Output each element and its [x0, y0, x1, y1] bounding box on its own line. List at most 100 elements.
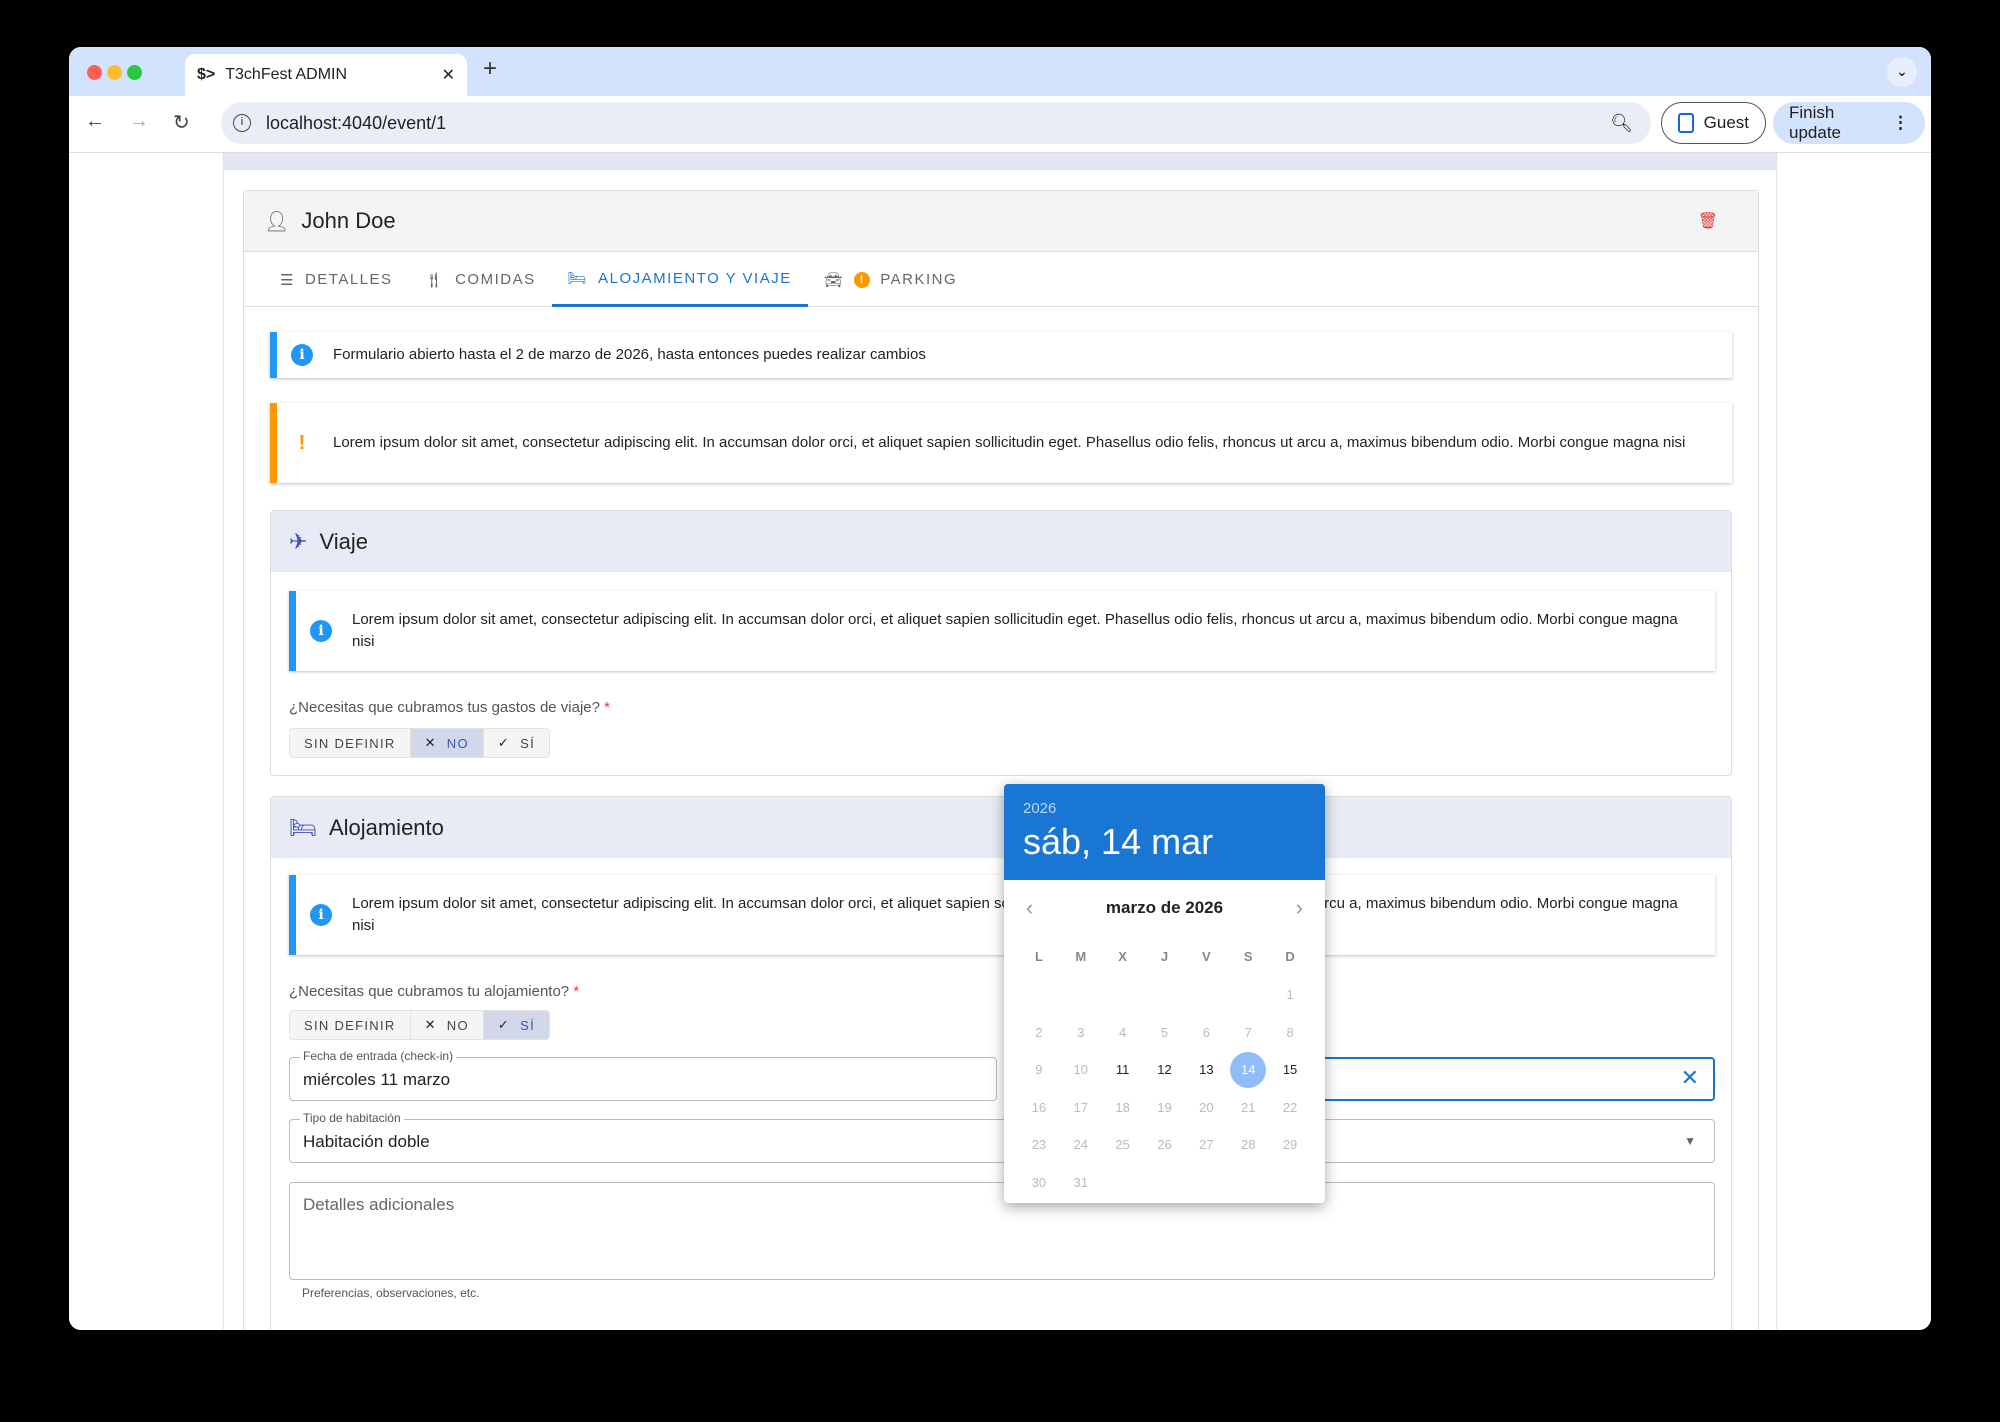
lodging-question: ¿Necesitas que cubramos tu alojamiento? …: [289, 983, 580, 1000]
day-3: 3: [1077, 1024, 1085, 1040]
empty-cell: [1018, 976, 1060, 1014]
top-strip: [224, 153, 1776, 170]
more-vert-icon[interactable]: ⋮: [1892, 113, 1909, 133]
page-content: 👤︎ John Doe 🗑︎ ☰ DETALLES 🍴︎ COMIDAS 🛏︎ ALO…: [69, 153, 1931, 1330]
weekday-label: V: [1202, 948, 1211, 964]
travel-option-undefined[interactable]: SIN DEFINIR: [290, 729, 411, 757]
day-18: 18: [1115, 1099, 1130, 1115]
dropdown-arrow-icon: ▼: [1684, 1134, 1696, 1148]
day-16: 16: [1031, 1099, 1047, 1115]
person-header: 👤︎ John Doe 🗑︎: [244, 191, 1758, 252]
site-info-icon[interactable]: i: [233, 114, 251, 132]
warning-alert: ! Lorem ipsum dolor sit amet, consectetu…: [270, 403, 1732, 483]
tab-bar: ☰ DETALLES 🍴︎ COMIDAS 🛏︎ ALOJAMIENTO Y VIAJ…: [244, 252, 1758, 307]
room-type-select[interactable]: Tipo de habitación Habitación doble ▼: [289, 1111, 1715, 1163]
profile-icon: [1678, 113, 1694, 133]
day-11[interactable]: 11: [1102, 1051, 1144, 1089]
close-icon: ✕: [424, 735, 437, 750]
food-icon: 🍴︎: [424, 271, 446, 289]
day-29: 29: [1282, 1137, 1298, 1153]
travel-option-yes[interactable]: ✓ SÍ: [484, 729, 549, 757]
empty-cell: [1060, 976, 1102, 1014]
person-name: John Doe: [301, 208, 396, 233]
close-window-button[interactable]: [87, 65, 102, 80]
new-tab-button[interactable]: +: [483, 55, 497, 83]
day-31: 31: [1073, 1174, 1088, 1190]
details-icon: ☰: [280, 271, 295, 289]
empty-cell: [1227, 976, 1269, 1014]
lodging-option-yes[interactable]: ✓ SÍ: [483, 1011, 549, 1039]
travel-header: ✈ Viaje: [271, 511, 1731, 572]
tab-detalles[interactable]: ☰ DETALLES: [264, 252, 409, 307]
info-icon: i: [310, 620, 332, 642]
day-17: 17: [1073, 1099, 1088, 1115]
lodging-option-undefined[interactable]: SIN DEFINIR: [290, 1011, 411, 1039]
tab-title: T3chFest ADMIN: [225, 66, 348, 83]
day-5: 5: [1160, 1024, 1169, 1040]
finish-update-button[interactable]: Finish update ⋮: [1773, 102, 1925, 144]
info-icon: i: [310, 904, 332, 926]
day-8: 8: [1286, 1024, 1294, 1040]
day-1: 1: [1286, 987, 1294, 1003]
day-10: 10: [1073, 1062, 1088, 1078]
maximize-window-button[interactable]: [127, 65, 142, 80]
reload-button[interactable]: ↻: [173, 110, 190, 135]
year-label[interactable]: 2026: [1023, 800, 1306, 817]
empty-cell: [1102, 976, 1144, 1014]
weekday-label: J: [1160, 948, 1169, 964]
clear-icon[interactable]: ✕: [1681, 1065, 1699, 1091]
day-30: 30: [1031, 1174, 1047, 1190]
day-6: 6: [1202, 1024, 1210, 1040]
person-icon: 👤︎: [264, 210, 290, 233]
car-icon: 🚘︎: [823, 271, 845, 289]
minimize-window-button[interactable]: [107, 65, 122, 80]
day-19: 19: [1157, 1099, 1172, 1115]
weekday-label: S: [1243, 948, 1253, 964]
day-20: 20: [1199, 1099, 1214, 1115]
forward-button[interactable]: →: [129, 110, 149, 133]
travel-question: ¿Necesitas que cubramos tus gastos de vi…: [289, 699, 611, 716]
check-icon: ✓: [497, 735, 511, 750]
delete-icon[interactable]: 🗑︎: [1698, 211, 1718, 231]
tab-alojamiento-viaje[interactable]: 🛏︎ ALOJAMIENTO Y VIAJE: [551, 252, 808, 307]
bed-icon: 🛏︎: [567, 270, 589, 287]
day-28: 28: [1240, 1137, 1256, 1153]
day-23: 23: [1031, 1137, 1047, 1153]
bed-icon: 🛏︎: [289, 814, 317, 840]
profile-button[interactable]: Guest: [1661, 102, 1766, 144]
tab-parking[interactable]: 🚘︎! PARKING: [808, 252, 973, 307]
day-24: 24: [1073, 1137, 1088, 1153]
day-9: 9: [1035, 1062, 1043, 1078]
day-14[interactable]: 14: [1227, 1051, 1269, 1089]
date-picker-header: 2026 sáb, 14 mar: [1004, 784, 1325, 880]
lodging-section: 🛏︎ Alojamiento i Lorem ipsum dolor sit a…: [270, 796, 1732, 1330]
back-button[interactable]: ←: [85, 110, 105, 133]
form-open-alert: i Formulario abierto hasta el 2 de marzo…: [270, 332, 1732, 378]
day-12[interactable]: 12: [1144, 1051, 1186, 1089]
day-25: 25: [1115, 1137, 1130, 1153]
prev-month-icon[interactable]: ‹: [1026, 895, 1033, 921]
address-bar[interactable]: i localhost:4040/event/1 🔍︎: [221, 102, 1651, 144]
close-icon: ✕: [424, 1017, 437, 1032]
tab-list-button[interactable]: ⌄: [1887, 57, 1917, 87]
details-textarea[interactable]: Detalles adicionales: [289, 1182, 1715, 1280]
tab-comidas[interactable]: 🍴︎ COMIDAS: [409, 252, 552, 307]
close-tab-icon[interactable]: ✕: [442, 65, 455, 85]
weekday-label: M: [1075, 948, 1087, 964]
check-icon: ✓: [497, 1017, 511, 1032]
zoom-icon[interactable]: 🔍︎: [1610, 113, 1633, 134]
lodging-option-no[interactable]: ✕ NO: [411, 1011, 484, 1039]
lodging-header: 🛏︎ Alojamiento: [271, 797, 1731, 858]
travel-option-no[interactable]: ✕ NO: [410, 729, 484, 757]
info-icon: i: [291, 344, 313, 366]
day-13[interactable]: 13: [1185, 1051, 1227, 1089]
next-month-icon[interactable]: ›: [1296, 895, 1303, 921]
month-label: marzo de 2026: [1105, 898, 1224, 917]
browser-tab[interactable]: $> T3chFest ADMIN ✕: [185, 54, 467, 96]
day-21: 21: [1240, 1099, 1256, 1115]
day-15[interactable]: 15: [1269, 1051, 1311, 1089]
month-nav: ‹ marzo de 2026 ›: [1004, 880, 1325, 936]
checkin-date-field[interactable]: Fecha de entrada (check-in) miércoles 11…: [289, 1049, 997, 1101]
day-26: 26: [1157, 1137, 1172, 1153]
airplane-icon: ✈: [289, 528, 308, 554]
